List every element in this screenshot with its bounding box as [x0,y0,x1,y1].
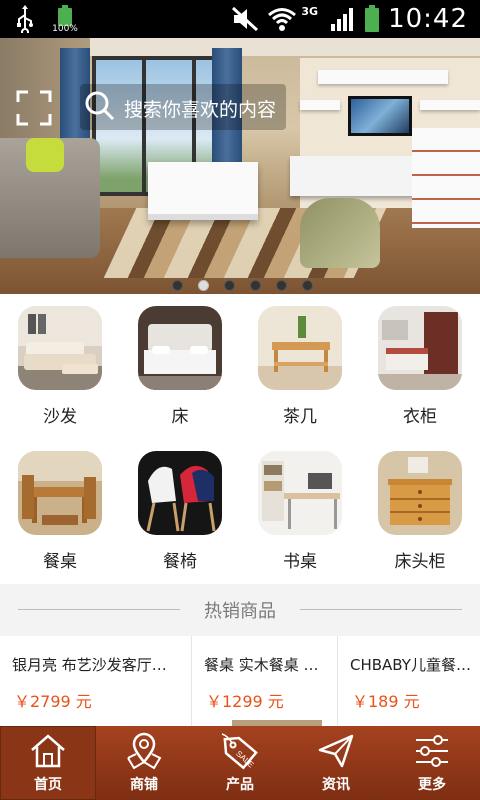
tab-more[interactable]: 更多 [384,726,480,800]
send-icon [318,734,354,768]
category-label: 餐椅 [163,552,197,572]
category-wardrobe[interactable]: 衣柜 [360,294,480,439]
product-card[interactable]: 银月亮 布艺沙发客厅… ￥2799 元 [0,636,192,728]
sofa-image [18,306,102,390]
nightstand-image [378,451,462,535]
category-label: 餐桌 [43,552,77,572]
banner-coffee-table [148,162,258,220]
tab-label: 首页 [34,777,62,793]
category-desk[interactable]: 书桌 [240,439,360,584]
product-card[interactable]: CHBABY儿童餐… ￥189 元 [338,636,480,728]
category-label: 茶几 [283,407,317,427]
dining-chair-image [138,451,222,535]
product-list: 银月亮 布艺沙发客厅… ￥2799 元 餐桌 实木餐桌 … ￥1299 元 CH… [0,636,480,728]
wardrobe-image [378,306,462,390]
category-label: 沙发 [43,407,77,427]
category-sofa[interactable]: 沙发 [0,294,120,439]
carousel-dot[interactable] [172,280,183,291]
tab-label: 商铺 [130,777,158,793]
carousel-dot[interactable] [198,280,209,291]
desk-image [258,451,342,535]
battery-percent: 100% [52,24,78,34]
carousel-dot[interactable] [250,280,261,291]
category-label: 床头柜 [394,552,446,572]
product-name: 餐桌 实木餐桌 … [204,656,319,674]
battery-icon [365,5,380,32]
category-coffee-table[interactable]: 茶几 [240,294,360,439]
carousel-dot[interactable] [224,280,235,291]
tab-home[interactable]: 首页 [0,726,96,800]
product-price: ￥1299 元 [206,692,284,711]
category-dining-table[interactable]: 餐桌 [0,439,120,584]
usb-icon [17,5,33,33]
banner-tv [348,96,412,136]
category-nightstand[interactable]: 床头柜 [360,439,480,584]
product-name: CHBABY儿童餐… [350,656,471,674]
store-map-icon [127,732,162,770]
search-bar[interactable]: 搜索你喜欢的内容 [80,84,286,130]
search-placeholder: 搜索你喜欢的内容 [124,99,277,121]
hot-products-header: 热销商品 [0,584,480,636]
tab-label: 更多 [418,777,446,793]
home-icon [31,734,65,768]
sliders-icon [416,735,448,767]
tab-label: 产品 [226,777,254,793]
tab-label: 资讯 [322,777,350,793]
carousel-dot[interactable] [276,280,287,291]
category-label: 床 [171,407,189,427]
scan-icon [16,90,52,126]
wifi-icon [268,8,297,31]
sale-tag-icon: SALE [221,733,258,770]
product-price: ￥189 元 [352,692,420,711]
product-price: ￥2799 元 [14,692,92,711]
signal-icon [331,8,354,31]
tab-news[interactable]: 资讯 [288,726,384,800]
bottom-tab-bar: 首页 商铺 SALE 产品 资讯 更多 [0,726,480,800]
carousel-dots [172,280,313,291]
section-title: 热销商品 [204,601,276,622]
category-label: 书桌 [283,552,317,572]
dining-table-image [18,451,102,535]
banner-armchair [300,198,380,268]
category-label: 衣柜 [403,407,437,427]
search-icon [85,91,115,121]
scan-button[interactable] [16,90,52,126]
mute-icon [232,6,259,32]
tab-store[interactable]: 商铺 [96,726,192,800]
bed-image [138,306,222,390]
category-grid: 沙发 床 茶几 衣柜 餐桌 餐椅 书桌 床头柜 [0,294,480,584]
category-dining-chair[interactable]: 餐椅 [120,439,240,584]
coffee-table-image [258,306,342,390]
hero-banner[interactable]: 搜索你喜欢的内容 [0,38,480,294]
tab-products[interactable]: SALE 产品 [192,726,288,800]
product-name: 银月亮 布艺沙发客厅… [12,656,167,674]
battery-status-icon: 100% [52,4,78,34]
carousel-dot[interactable] [302,280,313,291]
clock: 10:42 [388,4,468,34]
status-bar: 100% 3G 10:42 [0,0,480,38]
product-card[interactable]: 餐桌 实木餐桌 … ￥1299 元 [192,636,338,728]
network-type: 3G [301,4,319,18]
category-bed[interactable]: 床 [120,294,240,439]
